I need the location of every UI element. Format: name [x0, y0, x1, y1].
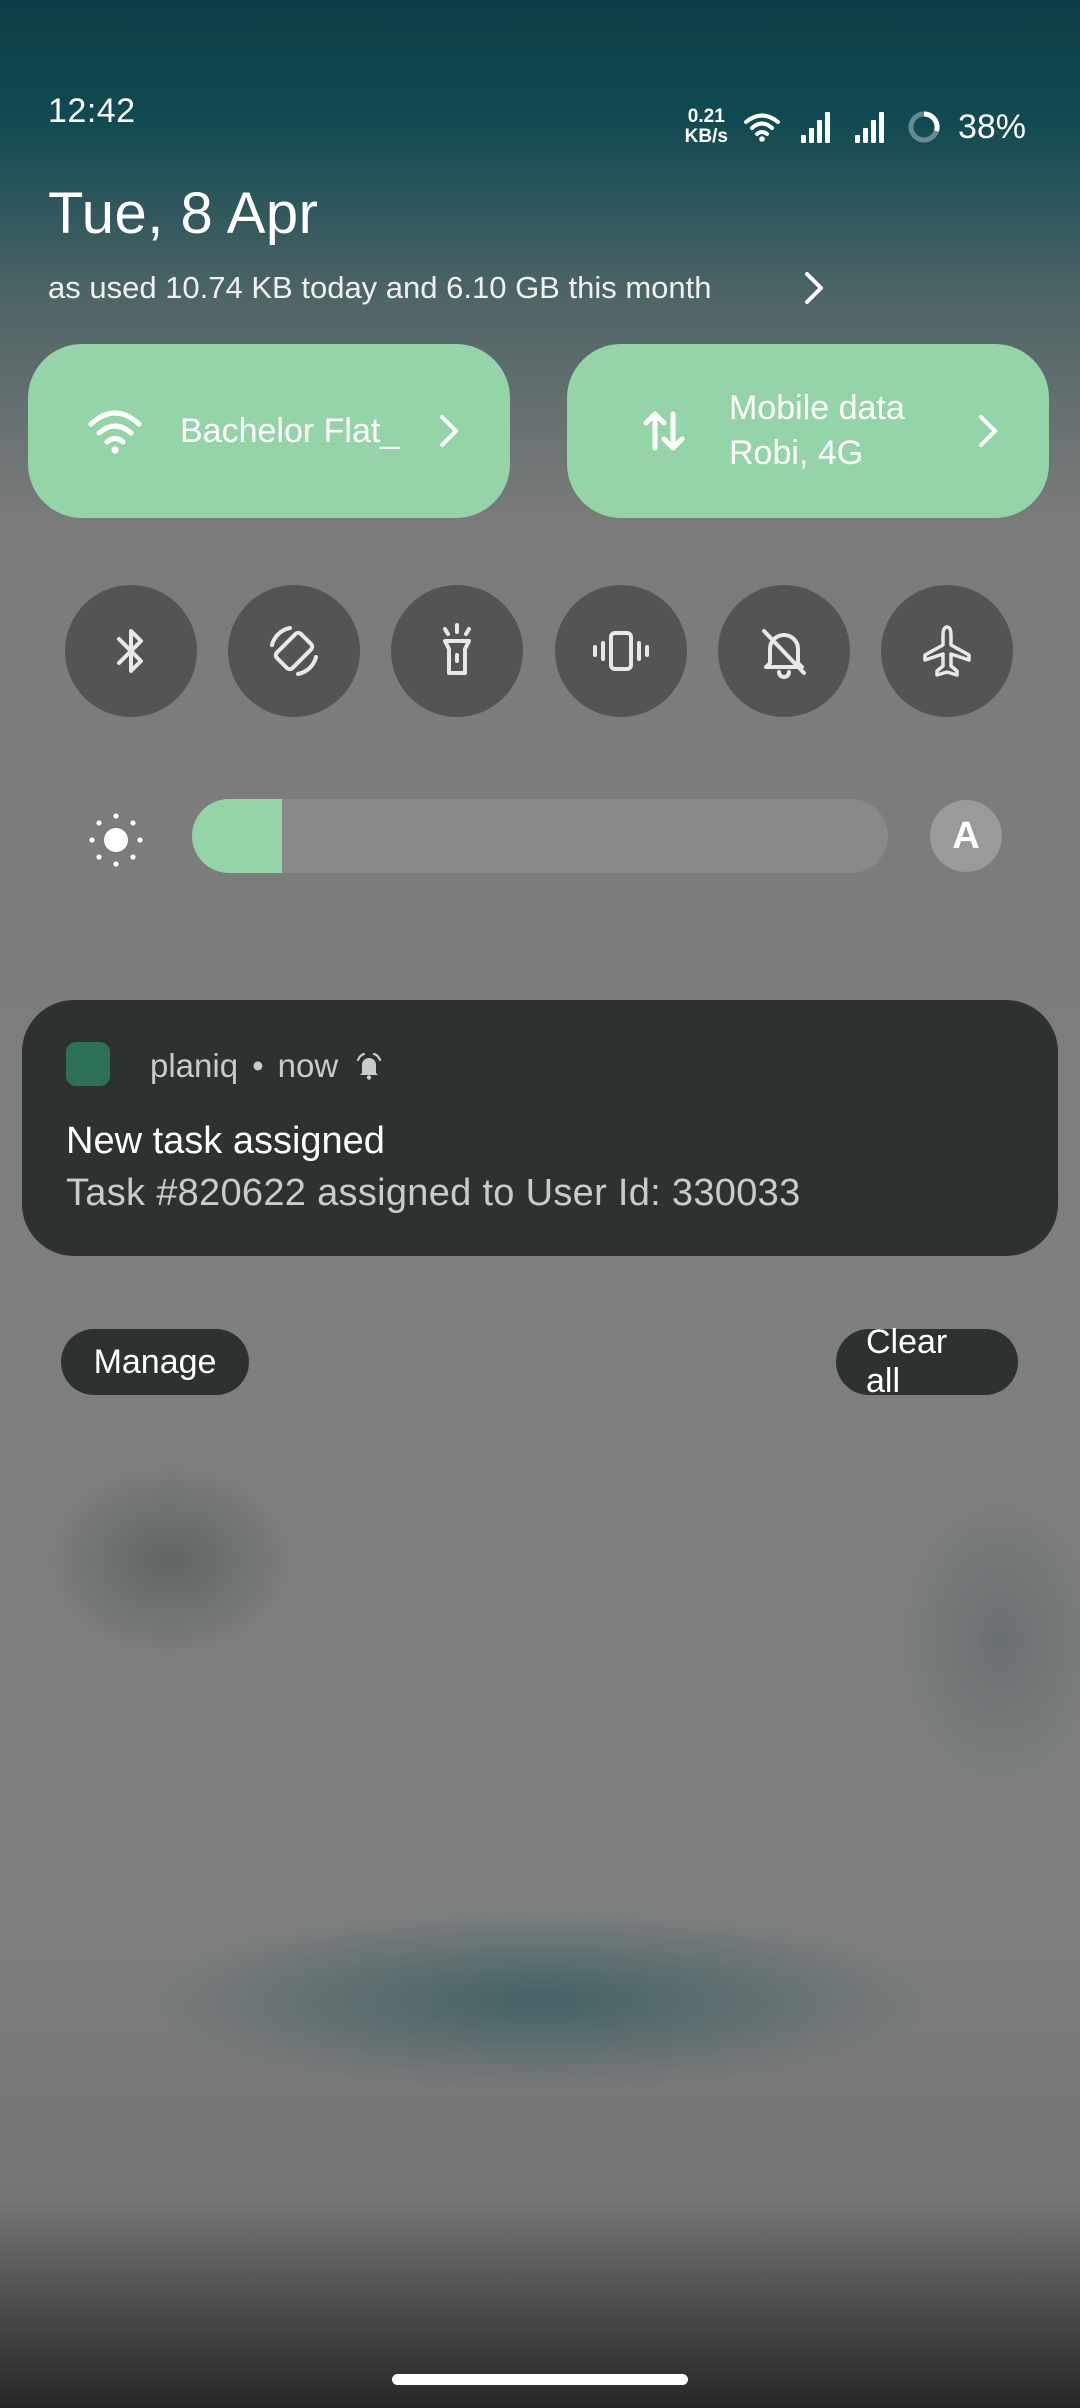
status-icons: 0.21 KB/s 38%	[685, 104, 1026, 150]
mobile-data-label: Mobile data	[729, 389, 905, 427]
wifi-icon	[88, 410, 142, 454]
brightness-icon	[89, 813, 143, 867]
signal-icon	[800, 112, 830, 143]
data-usage-row[interactable]: as used 10.74 KB today and 6.10 GB this …	[48, 268, 828, 308]
app-icon	[66, 1042, 110, 1086]
bell-off-icon	[761, 629, 806, 679]
status-clock: 12:42	[48, 92, 136, 130]
notification-title: New task assigned	[66, 1120, 385, 1162]
network-speed: 0.21 KB/s	[685, 107, 728, 147]
auto-rotate-toggle[interactable]	[228, 585, 361, 717]
date-label: Tue, 8 Apr	[48, 181, 319, 246]
data-transfer-icon	[643, 411, 685, 451]
notification-header: planiq • now	[150, 1044, 384, 1088]
network-speed-unit: KB/s	[684, 126, 728, 147]
network-speed-value: 0.21	[687, 106, 725, 127]
data-usage-text: as used 10.74 KB today and 6.10 GB this …	[48, 270, 712, 305]
bluetooth-toggle[interactable]	[65, 585, 197, 717]
rotate-icon	[270, 626, 319, 676]
clear-all-button[interactable]: Clear all	[836, 1323, 1018, 1400]
notification-body: Task #820622 assigned to User Id: 330033	[66, 1172, 801, 1214]
vibrate-toggle[interactable]	[554, 585, 687, 717]
notification-card[interactable]: planiq • now New task assigned Task #820…	[22, 1000, 1058, 1256]
signal-icon	[854, 112, 884, 143]
quick-toggles	[65, 585, 1013, 717]
airplane-mode-toggle[interactable]	[880, 585, 1013, 717]
battery-ring-icon	[908, 111, 940, 143]
mobile-data-text: Mobile data Robi, 4G	[729, 386, 905, 476]
vibrate-icon	[592, 631, 649, 671]
auto-brightness-button[interactable]: A	[930, 800, 1002, 872]
alarm-bell-icon	[357, 1052, 382, 1080]
chevron-right-icon	[805, 272, 823, 304]
bluetooth-icon	[117, 629, 143, 673]
flashlight-icon	[443, 623, 472, 675]
mobile-data-tile[interactable]: Mobile data Robi, 4G	[567, 344, 1049, 518]
notification-app-name: planiq	[150, 1047, 239, 1084]
wifi-tile[interactable]: Bachelor Flat_	[28, 344, 510, 518]
wifi-network-name: Bachelor Flat_	[180, 411, 400, 450]
notification-time: now	[277, 1047, 339, 1084]
manage-button[interactable]: Manage	[61, 1329, 249, 1395]
battery-percent: 38%	[957, 107, 1026, 146]
brightness-slider-fill	[192, 799, 283, 873]
home-indicator[interactable]	[392, 2374, 688, 2385]
mobile-data-carrier: Robi, 4G	[729, 434, 864, 472]
mute-toggle[interactable]	[717, 585, 850, 717]
chevron-right-icon[interactable]	[436, 410, 462, 452]
wifi-icon	[743, 113, 780, 142]
brightness-slider[interactable]	[192, 799, 888, 873]
flashlight-toggle[interactable]	[391, 585, 524, 717]
airplane-icon	[923, 625, 971, 677]
notification-separator: •	[252, 1047, 264, 1084]
chevron-right-icon[interactable]	[975, 410, 1001, 452]
